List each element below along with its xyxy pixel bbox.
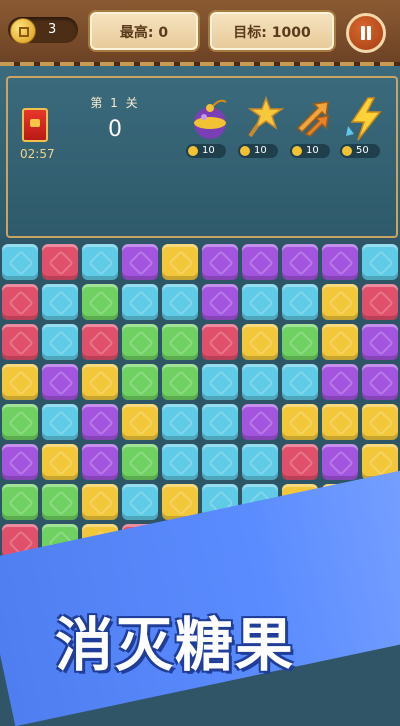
candy-tile-red[interactable]: [362, 284, 398, 320]
target-score-label: 目标: 1000: [233, 25, 311, 41]
candy-tile-purple[interactable]: [362, 324, 398, 360]
candy-tile-cyan[interactable]: [282, 284, 318, 320]
candy-tile-purple[interactable]: [242, 244, 278, 280]
star-wand-icon: [247, 95, 285, 138]
candy-tile-yellow[interactable]: [282, 404, 318, 440]
best-score-label: 最高: 0: [119, 25, 169, 41]
coin-icon: [10, 18, 36, 44]
candy-tile-cyan[interactable]: [162, 404, 198, 440]
candy-tile-cyan[interactable]: [42, 284, 78, 320]
refresh-arrows-icon: [296, 101, 329, 137]
best-score-panel: 最高: 0: [88, 10, 200, 52]
current-score: 0: [108, 117, 122, 142]
candy-tile-yellow[interactable]: [322, 284, 358, 320]
candy-tile-purple[interactable]: [322, 364, 358, 400]
level-label: 第 1 关: [90, 96, 140, 110]
candy-tile-cyan[interactable]: [122, 484, 158, 520]
target-score-panel: 目标: 1000: [208, 10, 336, 52]
slogan-text: 消灭糖果: [55, 611, 296, 679]
candy-tile-yellow[interactable]: [242, 324, 278, 360]
price-value: 10: [254, 145, 267, 156]
price-value: 10: [306, 145, 319, 156]
countdown-timer: 02:57: [20, 147, 55, 161]
candy-tile-green[interactable]: [282, 324, 318, 360]
candy-tile-yellow[interactable]: [162, 244, 198, 280]
candy-tile-green[interactable]: [122, 444, 158, 480]
price-value: 50: [356, 145, 369, 156]
candy-tile-purple[interactable]: [42, 364, 78, 400]
candy-tile-purple[interactable]: [122, 244, 158, 280]
candy-tile-purple[interactable]: [322, 444, 358, 480]
bomb-icon: [194, 99, 227, 139]
candy-tile-red[interactable]: [2, 284, 38, 320]
candy-tile-yellow[interactable]: [2, 364, 38, 400]
candy-tile-red[interactable]: [282, 444, 318, 480]
candy-tile-purple[interactable]: [2, 444, 38, 480]
candy-tile-cyan[interactable]: [162, 444, 198, 480]
candy-tile-purple[interactable]: [362, 364, 398, 400]
candy-tile-red[interactable]: [42, 244, 78, 280]
pause-button[interactable]: [346, 13, 386, 53]
candy-tile-cyan[interactable]: [42, 404, 78, 440]
top-bar: 3 最高: 0 目标: 1000: [0, 0, 400, 66]
star-wand-price: 10: [238, 144, 278, 158]
coin-counter: 3: [8, 17, 78, 44]
candy-tile-purple[interactable]: [82, 444, 118, 480]
candy-tile-yellow[interactable]: [322, 404, 358, 440]
candy-tile-yellow[interactable]: [362, 404, 398, 440]
candy-tile-purple[interactable]: [202, 244, 238, 280]
candy-tile-cyan[interactable]: [242, 444, 278, 480]
bomb-price: 10: [186, 144, 226, 158]
star-wand-tool-button[interactable]: [236, 95, 286, 142]
candy-tile-green[interactable]: [122, 364, 158, 400]
candy-tile-green[interactable]: [162, 324, 198, 360]
candy-tile-red[interactable]: [82, 324, 118, 360]
candy-tile-green[interactable]: [82, 284, 118, 320]
price-value: 10: [202, 145, 215, 156]
candy-tile-purple[interactable]: [82, 404, 118, 440]
candy-tile-cyan[interactable]: [82, 244, 118, 280]
coin-icon: [188, 146, 198, 156]
candy-tile-yellow[interactable]: [82, 484, 118, 520]
candy-tile-purple[interactable]: [322, 244, 358, 280]
coin-icon: [240, 146, 250, 156]
candy-tile-purple[interactable]: [202, 284, 238, 320]
lightning-tool-button[interactable]: [340, 96, 390, 142]
lightning-icon: [346, 97, 382, 141]
lightning-price: 50: [340, 144, 380, 158]
candy-tile-red[interactable]: [202, 324, 238, 360]
coin-icon: [342, 146, 352, 156]
candy-tile-yellow[interactable]: [122, 404, 158, 440]
candy-tile-cyan[interactable]: [282, 364, 318, 400]
candy-tile-cyan[interactable]: [242, 364, 278, 400]
candy-tile-cyan[interactable]: [202, 404, 238, 440]
candy-tile-cyan[interactable]: [2, 244, 38, 280]
candy-tile-green[interactable]: [122, 324, 158, 360]
candy-tile-purple[interactable]: [242, 404, 278, 440]
candy-tile-yellow[interactable]: [82, 364, 118, 400]
coin-count: 3: [48, 22, 57, 37]
candy-tile-cyan[interactable]: [242, 284, 278, 320]
candy-tile-cyan[interactable]: [122, 284, 158, 320]
candy-tile-green[interactable]: [2, 404, 38, 440]
red-envelope-icon[interactable]: [22, 108, 48, 142]
candy-tile-green[interactable]: [162, 364, 198, 400]
candy-tile-yellow[interactable]: [322, 324, 358, 360]
candy-tile-cyan[interactable]: [42, 324, 78, 360]
candy-tile-green[interactable]: [2, 484, 38, 520]
candy-tile-cyan[interactable]: [162, 284, 198, 320]
candy-tile-purple[interactable]: [282, 244, 318, 280]
refresh-tool-button[interactable]: [288, 96, 338, 142]
candy-tile-cyan[interactable]: [362, 244, 398, 280]
candy-tile-yellow[interactable]: [42, 444, 78, 480]
candy-tile-red[interactable]: [2, 324, 38, 360]
bomb-tool-button[interactable]: [186, 96, 236, 142]
candy-tile-green[interactable]: [42, 484, 78, 520]
candy-tile-cyan[interactable]: [202, 444, 238, 480]
refresh-price: 10: [290, 144, 330, 158]
coin-icon: [292, 146, 302, 156]
candy-tile-cyan[interactable]: [202, 364, 238, 400]
